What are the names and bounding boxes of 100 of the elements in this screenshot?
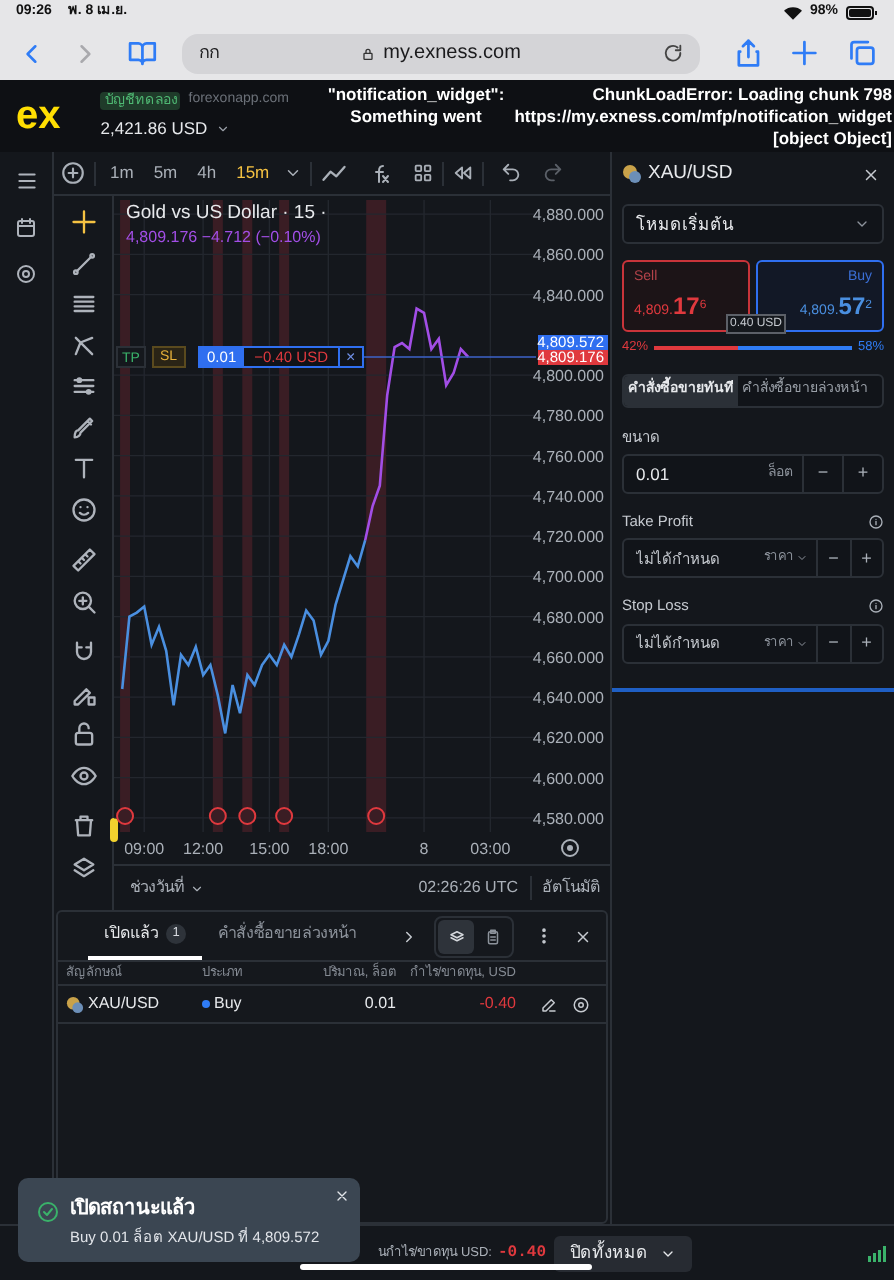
caret-icon: [796, 552, 808, 565]
new-tab-icon[interactable]: [788, 36, 822, 70]
calendar-icon[interactable]: [14, 216, 38, 240]
close-position-button[interactable]: ×: [338, 347, 362, 366]
y-axis-label: 4,760.000: [532, 447, 604, 466]
redo-icon[interactable]: [541, 162, 564, 184]
event-marker-icon[interactable]: [275, 807, 294, 825]
tabs-icon[interactable]: [845, 36, 879, 70]
chart-quote: 4,809.176 −4.712 (−0.10%): [126, 226, 321, 250]
scroll-to-realtime-icon[interactable]: [561, 839, 579, 857]
toast-title: เปิดสถานะแล้ว: [70, 1194, 198, 1224]
caret-icon: [215, 122, 230, 137]
undo-icon[interactable]: [499, 162, 522, 184]
layers-icon[interactable]: [69, 853, 97, 882]
mode-dropdown[interactable]: โหมดเริ่มต้น: [622, 204, 884, 244]
stack-icon: [447, 927, 465, 945]
event-marker-icon[interactable]: [367, 807, 386, 825]
smiley-icon[interactable]: [69, 495, 97, 524]
close-all-button[interactable]: ปิดทั้งหมด: [554, 1235, 692, 1271]
symbol-cell: XAU/USD: [88, 992, 160, 1016]
error-text: Something went: [350, 106, 482, 128]
event-marker-icon[interactable]: [238, 807, 257, 825]
type-cell: Buy: [214, 992, 242, 1016]
logo: ex: [16, 96, 61, 136]
add-indicator-icon[interactable]: [60, 160, 86, 186]
caret-icon: [796, 637, 808, 649]
text-size-button[interactable]: กก: [198, 39, 219, 67]
event-marker-icon[interactable]: [116, 807, 135, 825]
brush-icon[interactable]: [69, 413, 97, 442]
clipboard-icon: [483, 927, 501, 945]
chevron-down-icon: [854, 216, 870, 232]
bookmarks-icon[interactable]: [125, 36, 159, 70]
x-axis-label: 03:00: [470, 840, 511, 858]
lock-icon: [359, 45, 376, 61]
y-axis-label: 4,800.000: [532, 367, 604, 386]
y-axis-label: 4,580.000: [532, 809, 604, 828]
increase-button[interactable]: +: [849, 625, 882, 661]
error-text: [object Object]: [772, 128, 892, 150]
error-text: ChunkLoadError: Loading chunk 798: [592, 84, 892, 106]
signal-icon: [868, 1245, 886, 1261]
collapse-handle[interactable]: [110, 818, 118, 842]
close-icon[interactable]: [574, 927, 592, 945]
pattern-icon[interactable]: [69, 331, 97, 360]
total-pnl-value: -0.40: [497, 1241, 546, 1265]
eye-icon[interactable]: [69, 761, 97, 790]
info-icon[interactable]: [868, 597, 884, 614]
y-axis-label: 4,880.000: [532, 206, 604, 225]
error-text: https://my.exness.com/mfp/notification_widget: [514, 106, 892, 128]
decrease-button[interactable]: −: [816, 625, 849, 661]
zoom-in-icon[interactable]: [69, 587, 97, 616]
balance-dropdown[interactable]: 2,421.86 USD: [100, 116, 289, 143]
edit-icon[interactable]: [540, 995, 558, 1013]
crosshair-icon[interactable]: [69, 208, 97, 237]
list-icon[interactable]: [13, 168, 39, 194]
y-axis-label: 4,860.000: [532, 246, 604, 265]
unlock-icon[interactable]: [69, 720, 97, 749]
y-axis-label: 4,740.000: [532, 487, 604, 506]
close-icon[interactable]: [334, 1188, 350, 1204]
y-axis-label: 4,680.000: [532, 608, 604, 627]
decrease-button[interactable]: −: [816, 540, 849, 577]
grid-icon[interactable]: [411, 162, 434, 184]
url-text: my.exness.com: [383, 40, 521, 68]
channel-icon[interactable]: [69, 372, 97, 401]
wifi-icon: [783, 6, 802, 20]
timeframe-button[interactable]: 15m: [230, 160, 276, 186]
x-axis-label: 12:00: [183, 840, 224, 858]
increase-button[interactable]: +: [842, 456, 882, 492]
address-bar[interactable]: กก my.exness.com: [182, 33, 700, 73]
y-axis-label: 4,600.000: [532, 769, 604, 788]
decrease-button[interactable]: −: [802, 456, 842, 492]
trash-icon[interactable]: [69, 812, 97, 841]
auto-scale-button[interactable]: อัตโนมัติ: [532, 876, 610, 900]
pnl-cell-text: -0.40: [477, 992, 516, 1016]
rewind-icon[interactable]: [451, 162, 474, 184]
close-icon[interactable]: [862, 165, 880, 183]
text-tool-icon[interactable]: [69, 454, 97, 483]
chevron-right-icon[interactable]: [400, 927, 418, 945]
x-axis-label: 09:00: [124, 840, 165, 858]
error-text: "notification_widget":: [327, 84, 505, 106]
close-position-icon[interactable]: [572, 995, 590, 1013]
timeframe-button[interactable]: 5m: [147, 160, 184, 186]
share-icon[interactable]: [731, 36, 765, 70]
positions-tab[interactable]: คำสั่งซื้อขายล่วงหน้า: [202, 912, 372, 960]
timeframe-button[interactable]: 1m: [104, 160, 140, 186]
reload-icon[interactable]: [661, 42, 684, 64]
increase-button[interactable]: +: [849, 540, 882, 577]
caret-icon[interactable]: [283, 164, 302, 182]
clock-text: 02:26:26 UTC: [418, 876, 532, 900]
caret-icon: [190, 881, 204, 895]
success-icon: [36, 1200, 60, 1224]
date-range-dropdown[interactable]: ช่วงวันที่: [130, 876, 204, 900]
trend-line-icon[interactable]: [69, 249, 97, 278]
ruler-icon[interactable]: [69, 546, 97, 575]
view-toggle-button[interactable]: [438, 919, 474, 953]
info-icon[interactable]: [868, 513, 884, 530]
x-axis-label: 8: [419, 840, 429, 858]
symbol-flag-icon: [66, 995, 84, 1013]
y-axis-label: 4,780.000: [532, 407, 604, 426]
event-marker-icon[interactable]: [208, 807, 227, 825]
timeframe-button[interactable]: 4h: [191, 160, 223, 186]
